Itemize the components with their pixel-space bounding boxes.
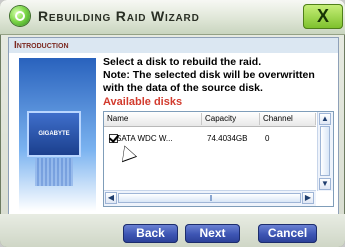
back-button[interactable]: Back bbox=[123, 224, 178, 243]
instructions-text: Select a disk to rebuild the raid. Note:… bbox=[103, 56, 333, 95]
section-header: Introduction bbox=[9, 38, 338, 53]
column-header-capacity[interactable]: Capacity bbox=[202, 113, 260, 125]
disk-capacity: 74.4034GB bbox=[207, 134, 248, 143]
wizard-window: Rebuilding Raid Wizard X Introduction GI… bbox=[0, 0, 345, 247]
instruction-line-2: Note: The selected disk will be overwrit… bbox=[103, 69, 315, 81]
vertical-scrollbar[interactable]: ▲ ▼ bbox=[317, 112, 333, 191]
column-header-channel[interactable]: Channel bbox=[260, 113, 316, 125]
scroll-left-button[interactable]: ◀ bbox=[105, 192, 117, 204]
app-logo-icon bbox=[10, 6, 30, 26]
table-header: Name Capacity Channel bbox=[104, 112, 316, 127]
cancel-button[interactable]: Cancel bbox=[258, 224, 317, 243]
table-row[interactable]: SATA WDC W... 74.4034GB 0 bbox=[104, 132, 316, 146]
scroll-up-button[interactable]: ▲ bbox=[319, 113, 331, 125]
titlebar: Rebuilding Raid Wizard X bbox=[0, 0, 345, 35]
close-button[interactable]: X bbox=[303, 4, 343, 29]
horizontal-scrollbar[interactable]: ◀ ▶ bbox=[104, 190, 316, 206]
chip-pattern bbox=[35, 158, 73, 186]
button-bar: Back Next Cancel bbox=[0, 214, 345, 247]
scrollbar-corner bbox=[318, 191, 333, 206]
scroll-down-button[interactable]: ▼ bbox=[319, 178, 331, 190]
column-header-name[interactable]: Name bbox=[104, 113, 202, 125]
vertical-scroll-thumb[interactable] bbox=[320, 126, 330, 176]
chip-logo: GIGABYTE bbox=[29, 113, 79, 155]
horizontal-scroll-thumb[interactable] bbox=[118, 193, 301, 203]
next-button[interactable]: Next bbox=[185, 224, 240, 243]
available-disks-label: Available disks bbox=[103, 96, 183, 108]
instruction-line-3: with the data of the source disk. bbox=[103, 82, 263, 94]
disk-channel: 0 bbox=[265, 134, 270, 143]
scroll-right-button[interactable]: ▶ bbox=[302, 192, 314, 204]
disk-table: Name Capacity Channel SATA WDC W... 74.4… bbox=[103, 111, 334, 207]
disk-name: SATA WDC W... bbox=[116, 134, 173, 143]
window-title: Rebuilding Raid Wizard bbox=[38, 8, 200, 24]
instruction-line-1: Select a disk to rebuild the raid. bbox=[103, 56, 262, 68]
wizard-side-image: GIGABYTE bbox=[19, 58, 96, 211]
wizard-content: Introduction GIGABYTE Select a disk to r… bbox=[8, 37, 339, 215]
